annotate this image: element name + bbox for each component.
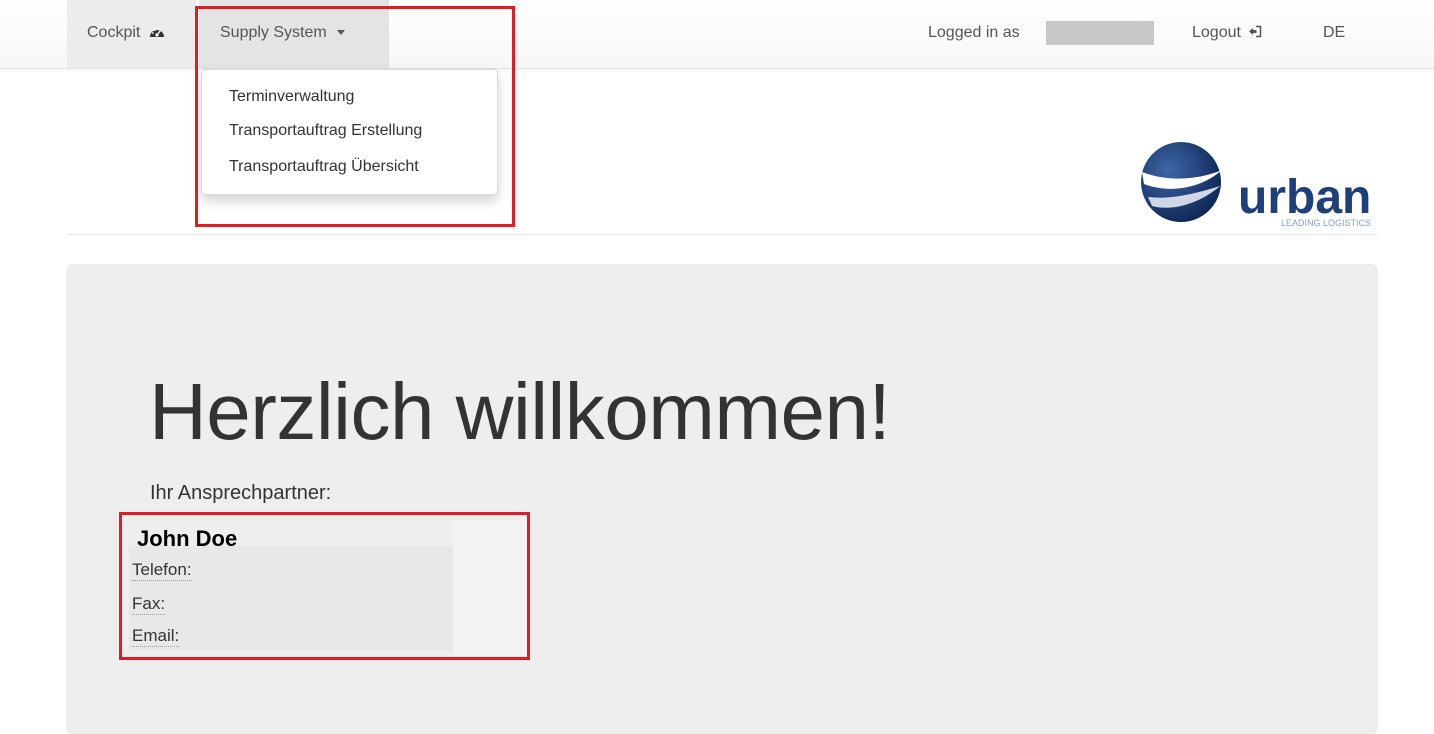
urban-logo: urban LEADING LOGISTICS <box>1141 142 1371 228</box>
logged-in-label: Logged in as <box>928 24 1020 41</box>
contact-highlight-box <box>119 512 530 660</box>
dashboard-icon <box>149 28 164 37</box>
sign-out-icon <box>1249 25 1262 38</box>
nav-cockpit[interactable]: Cockpit <box>67 0 196 68</box>
language-switch[interactable]: DE <box>1323 0 1345 68</box>
page-title: Herzlich willkommen! <box>149 367 891 456</box>
svg-text:urban: urban <box>1238 171 1371 224</box>
header-divider <box>67 234 1378 235</box>
redacted-username <box>1046 21 1154 45</box>
logout-link[interactable]: Logout <box>1192 0 1262 68</box>
menu-highlight-box <box>195 6 515 227</box>
logout-label: Logout <box>1192 24 1241 41</box>
nav-cockpit-label: Cockpit <box>87 24 141 41</box>
contact-section-label: Ihr Ansprechpartner: <box>150 482 332 504</box>
svg-text:LEADING LOGISTICS: LEADING LOGISTICS <box>1281 218 1371 228</box>
